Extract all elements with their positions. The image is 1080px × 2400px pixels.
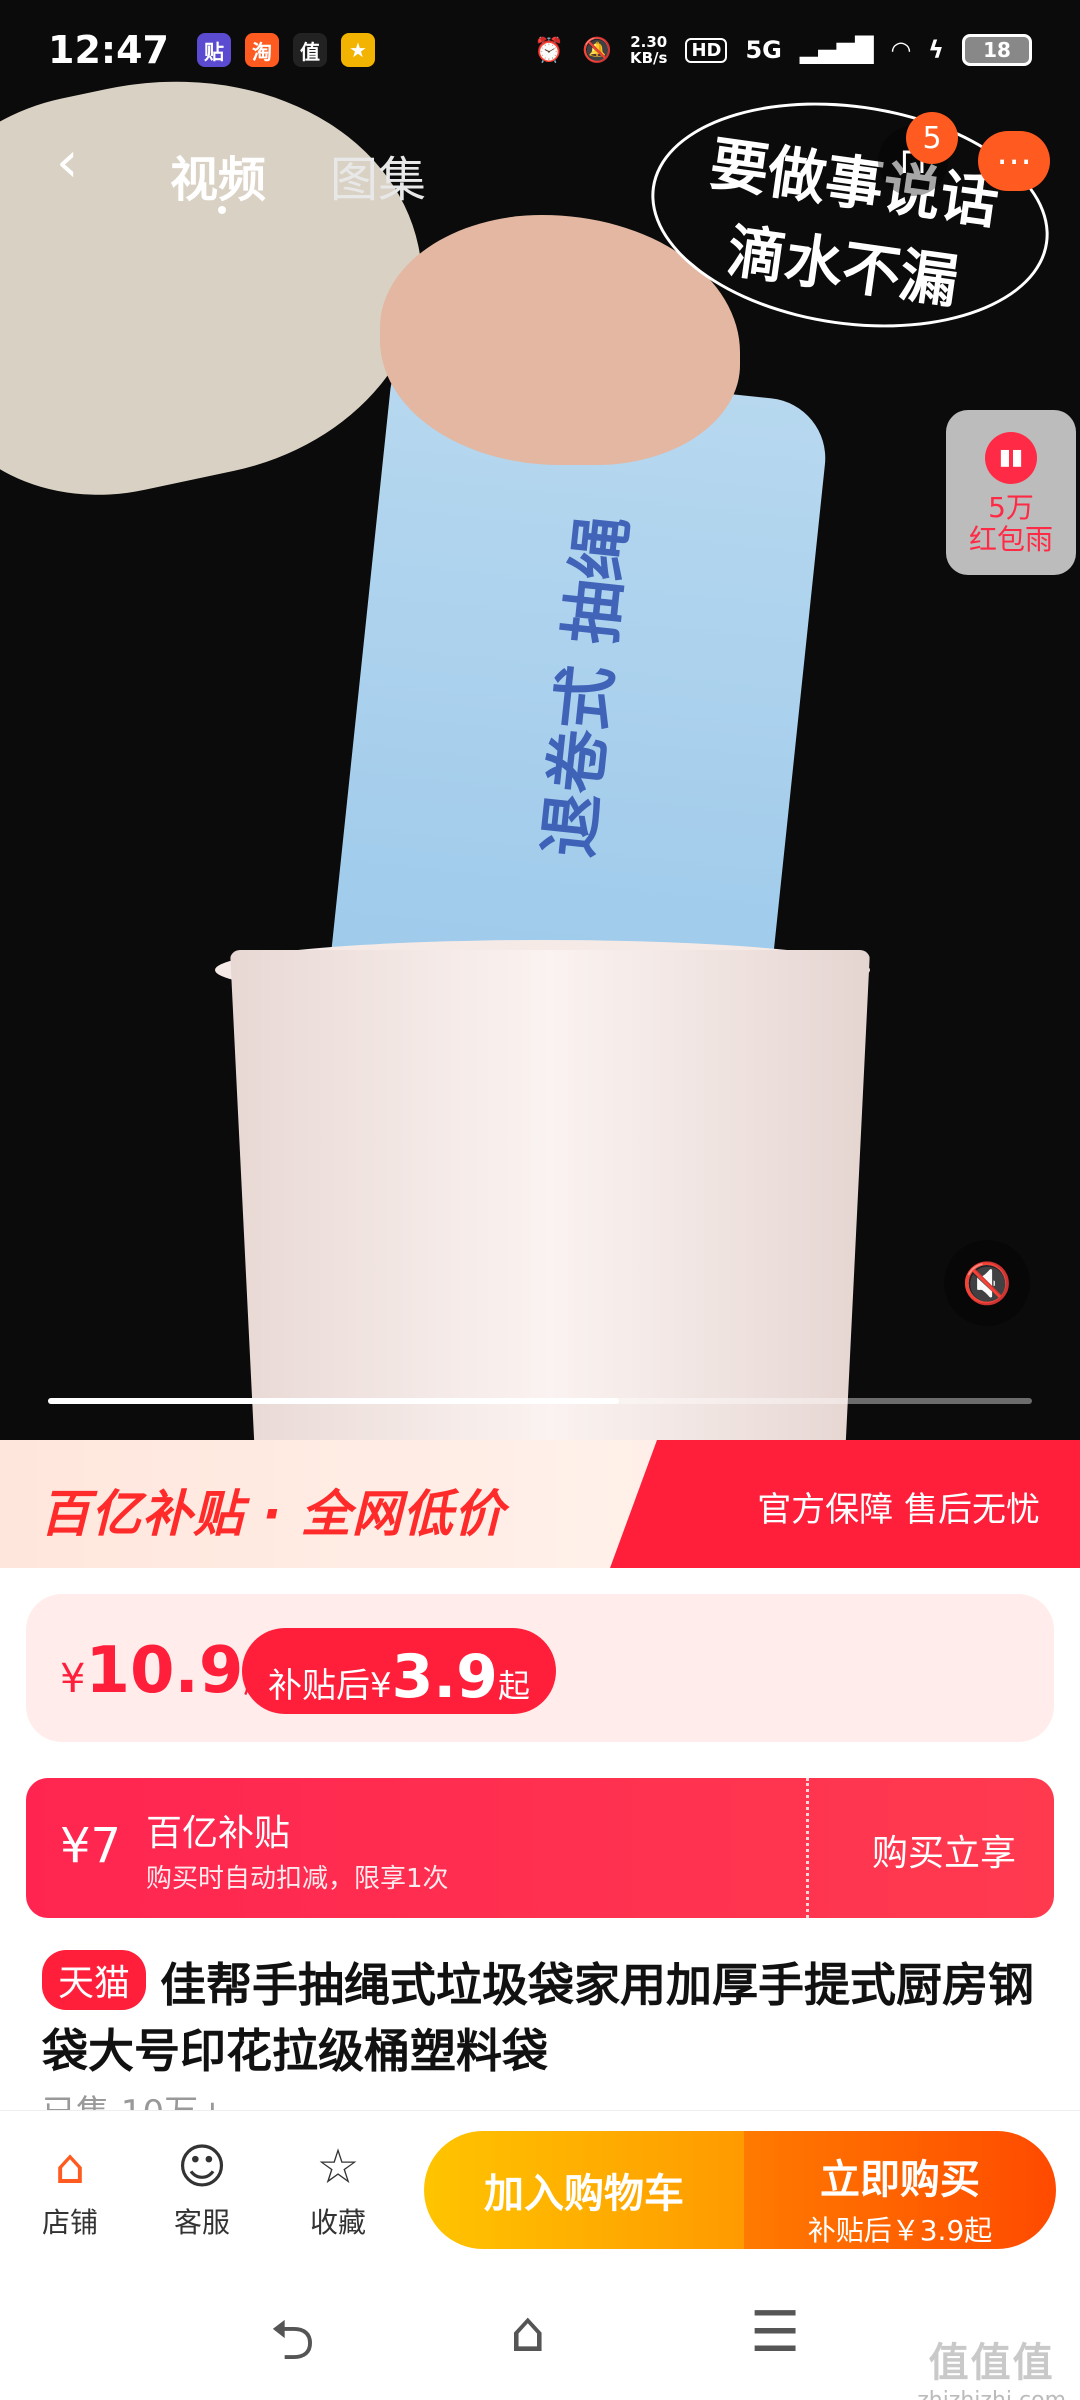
video-progress-fill [48,1398,619,1404]
mute-button[interactable]: 🔇 [944,1240,1030,1326]
subsidy-price-suffix: 起 [497,1667,530,1705]
coupon-desc: 购买时自动扣减，限享1次 [146,1864,449,1894]
buy-now-subsidy-price: 补贴后￥3.9起 [807,2214,993,2247]
net-speed: 2.30 KB/s [630,34,667,66]
currency-symbol: ¥ [60,1656,86,1702]
status-bar: 12:47 贴 淘 值 ★ ⏰ 🔕 2.30 KB/s HD 5G ▂▄▆█ ◠… [0,0,1080,100]
banner-left-text: 百亿补贴 · 全网低价 [40,1485,505,1543]
banner-right-text: 官方保障 售后无忧 [757,1490,1040,1530]
subsidy-coupon[interactable]: ¥7 百亿补贴 购买时自动扣减，限享1次 购买立享 [26,1778,1054,1918]
more-icon: ⋯ [996,140,1032,182]
watermark-site: zhizhizhi.com [917,2388,1066,2400]
video-bucket-shape [230,950,870,1440]
product-title-row: 天猫 佳帮手抽绳式垃圾袋家用加厚手提式厨房钢袋大号印花拉级桶塑料袋 [42,1950,1042,2084]
tab-video[interactable]: 视频 [170,140,266,210]
favorite-label: 收藏 [309,2206,366,2239]
coupon-divider [806,1778,809,1918]
tab-video-indicator [218,206,226,214]
signal-icon: ▂▄▆█ [799,36,874,64]
coupon-amount: ¥7 [60,1818,122,1874]
favorite-button[interactable]: ☆ 收藏 [278,2139,398,2241]
nav-back-icon[interactable]: ⮌ [270,2300,315,2395]
battery-icon: 18 [962,34,1032,66]
bottom-action-bar: ⌂ 店铺 ☺ 客服 ☆ 收藏 加入购物车 立即购买 补贴后￥3.9起 [0,2110,1080,2270]
app-icon-1: 贴 [196,33,231,67]
buy-now-button[interactable]: 立即购买 补贴后￥3.9起 [744,2131,1056,2249]
shop-button[interactable]: ⌂ 店铺 [10,2139,130,2241]
net-speed-unit: KB/s [629,49,668,67]
speaker-muted-icon: 🔇 [962,1260,1012,1307]
redpacket-icon: ▮▮ [985,432,1037,484]
product-title: 佳帮手抽绳式垃圾袋家用加厚手提式厨房钢袋大号印花拉级桶塑料袋 [42,1958,1035,2078]
buy-now-label: 立即购买 [820,2157,980,2203]
service-label: 客服 [173,2206,230,2239]
status-right: ⏰ 🔕 2.30 KB/s HD 5G ▂▄▆█ ◠ ϟ 18 [534,34,1032,66]
subsidy-price-label: 补贴后¥ [268,1666,392,1706]
nav-menu-icon[interactable]: ☰ [750,2300,800,2365]
alarm-icon: ⏰ [534,36,565,64]
watermark: 值值值 zhizhizhi.com [917,2330,1066,2400]
back-button[interactable]: ‹ [56,135,78,191]
wifi-icon: ◠ [891,36,911,64]
subsidy-banner[interactable]: 百亿补贴 · 全网低价 官方保障 售后无忧 [0,1440,1080,1568]
redpacket-amount: 5万 [988,491,1034,524]
nav-home-icon[interactable]: ⌂ [510,2300,546,2365]
app-icon-4: ★ [340,33,375,67]
redpacket-label: 红包雨 [968,523,1053,556]
chat-icon: ☺ [176,2139,228,2195]
charging-icon: ϟ [928,36,944,64]
hd-icon: HD [685,37,728,63]
cart-button[interactable]: ⊓ 5 [878,112,958,196]
star-icon: ☆ [316,2139,360,2195]
network-type: 5G [745,36,782,64]
shop-icon: ⌂ [54,2139,86,2195]
customer-service-button[interactable]: ☺ 客服 [142,2139,262,2241]
subsidy-price-value: 3.9 [391,1642,498,1712]
cart-count-badge: 5 [906,112,958,164]
video-progress-bar[interactable] [48,1398,1032,1404]
tab-gallery[interactable]: 图集 [330,140,426,210]
more-button[interactable]: ⋯ [978,131,1050,191]
add-to-cart-button[interactable]: 加入购物车 [424,2131,744,2249]
subsidy-price-pill: 补贴后¥ 3.9 起 [242,1628,556,1714]
coupon-cta-button[interactable]: 购买立享 [872,1824,1016,1876]
watermark-logo: 值值值 [928,2340,1055,2386]
tmall-badge: 天猫 [42,1950,147,2010]
price-card: ¥10.9 起 补贴后¥3.9起 [26,1594,1054,1742]
coupon-title: 百亿补贴 [146,1813,291,1854]
smzdm-icon: 值 [292,33,327,67]
shop-label: 店铺 [41,2206,98,2239]
mute-notify-icon: 🔕 [582,36,612,64]
taobao-icon: 淘 [244,33,279,67]
original-price-value: 10.9 [85,1634,244,1708]
product-video[interactable]: 退卷式 抽绳 12:47 贴 淘 值 ★ ⏰ 🔕 2.30 KB/s HD 5G… [0,0,1080,1440]
top-right-icons: ⊓ 5 ⋯ [878,112,1050,196]
redpacket-rain-widget[interactable]: ▮▮ 5万 红包雨 [946,410,1076,575]
status-time: 12:47 [48,28,169,72]
